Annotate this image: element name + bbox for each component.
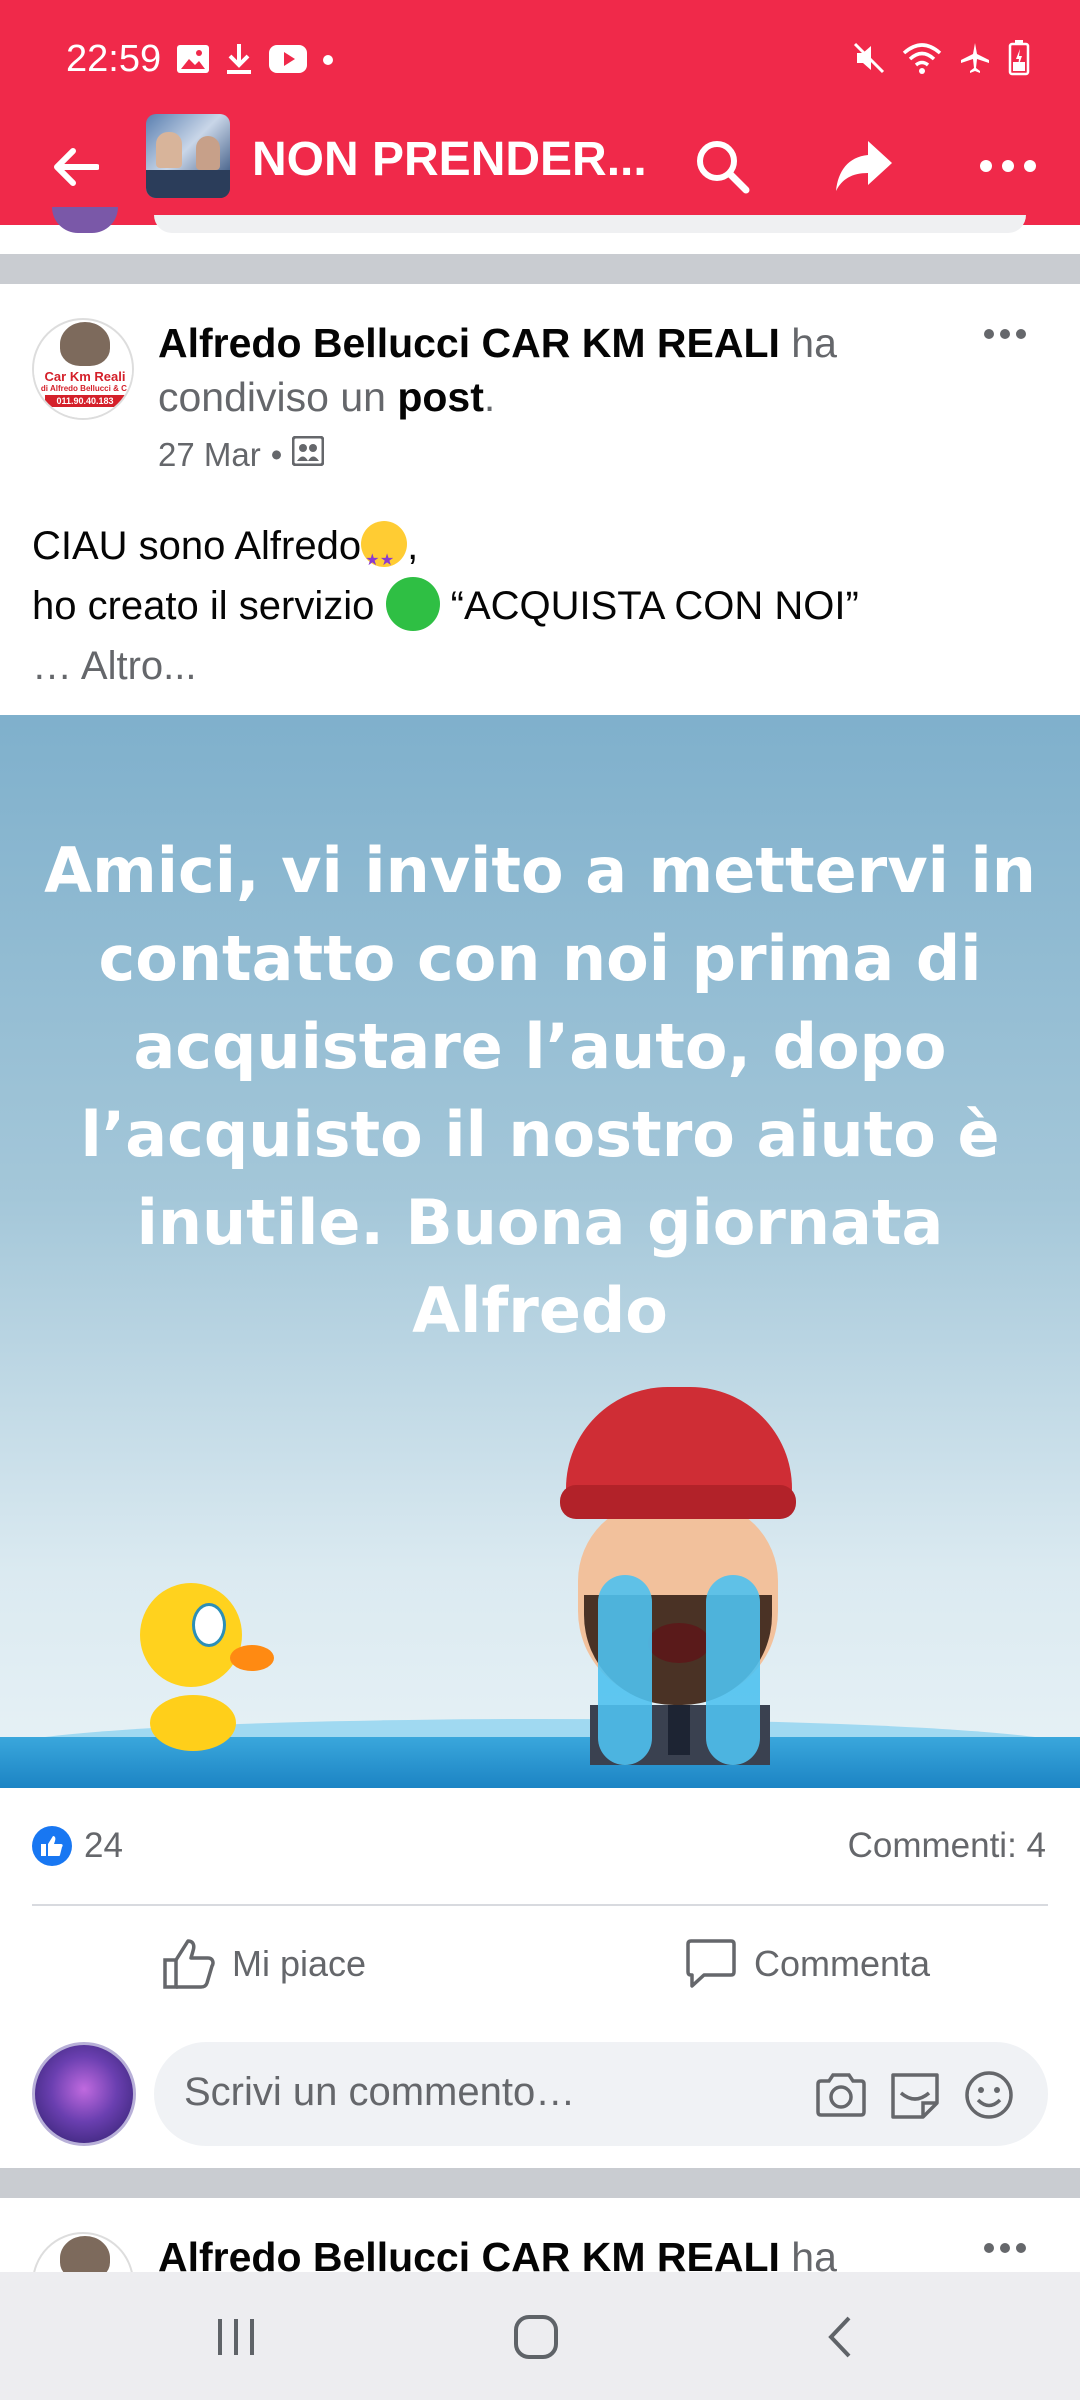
- post-more-button[interactable]: [970, 2228, 1040, 2268]
- airplane-icon: [958, 41, 992, 80]
- recent-apps-icon: [218, 2319, 254, 2355]
- comment-button[interactable]: Commenta: [684, 1934, 930, 1994]
- recent-apps-button[interactable]: [196, 2302, 276, 2372]
- comment-label: Commenta: [754, 1943, 931, 1984]
- system-navigation-bar: [0, 2272, 1080, 2400]
- camera-icon[interactable]: [814, 2068, 868, 2122]
- more-horizontal-icon: [984, 2243, 1026, 2253]
- group-members-icon: [291, 435, 325, 474]
- comment-input[interactable]: Scrivi un commento…: [154, 2042, 1048, 2146]
- download-icon: [224, 42, 254, 81]
- author-name[interactable]: Alfredo Bellucci CAR KM REALI: [158, 320, 780, 366]
- thumbs-up-icon: [163, 1939, 215, 1989]
- post-text-line1: CIAU sono Alfredo: [32, 524, 362, 568]
- post-more-button[interactable]: [970, 314, 1040, 354]
- wifi-icon: [902, 41, 942, 80]
- duck-beak: [230, 1645, 274, 1671]
- avatar: [52, 207, 118, 233]
- like-count[interactable]: 24: [84, 1826, 123, 1866]
- like-label: Mi piace: [232, 1943, 367, 1984]
- back-nav-button[interactable]: [800, 2302, 880, 2372]
- mute-icon: [852, 41, 886, 80]
- home-button[interactable]: [496, 2302, 576, 2372]
- post-author-line: Alfredo Bellucci CAR KM REALI ha: [158, 2230, 978, 2278]
- avatar-logo: Car Km Reali di Alfredo Bellucci & C. 01…: [34, 369, 132, 418]
- group-thumbnail[interactable]: [146, 114, 230, 198]
- comment-placeholder: Scrivi un commento…: [184, 2070, 576, 2114]
- top-bar: 22:59 NON PRENDER...: [0, 0, 1080, 225]
- comment-input-remnant: [154, 215, 1026, 233]
- duck-head: [140, 1583, 242, 1687]
- avatar-logo-line1: Car Km Reali: [44, 369, 126, 384]
- green-circle-emoji-icon: [385, 577, 440, 631]
- feed-divider: [0, 2168, 1080, 2198]
- actions-separator: [32, 1904, 1048, 1906]
- duck-eye: [192, 1603, 226, 1647]
- emoji-icon[interactable]: [962, 2068, 1016, 2122]
- dot-icon: [322, 53, 334, 71]
- avatar-tear-right: [706, 1575, 760, 1765]
- star-struck-emoji-icon: [361, 521, 408, 591]
- sticker-icon[interactable]: [888, 2068, 942, 2122]
- group-title[interactable]: NON PRENDER...: [252, 132, 647, 187]
- reactions-bar: 24 Commenti: 4: [0, 1812, 1080, 1882]
- action-end: .: [483, 374, 496, 420]
- avatar-mouth: [648, 1623, 710, 1663]
- notification-icons: [176, 42, 334, 81]
- avatar-logo-line3: 011.90.40.183: [56, 396, 114, 406]
- post-text-line1-end: ,: [407, 524, 419, 568]
- avatar-cap-brim: [560, 1485, 796, 1519]
- post-text-line2-end: “ACQUISTA CON NOI”: [450, 584, 859, 628]
- avatar-logo-line2: di Alfredo Bellucci & C.: [40, 384, 130, 393]
- post-actions: Mi piace Commenta: [0, 1920, 1080, 2010]
- post-image[interactable]: Amici, vi invito a mettervi in contatto …: [0, 715, 1080, 1788]
- see-more-link[interactable]: … Altro...: [32, 636, 1048, 696]
- back-button[interactable]: [40, 132, 110, 202]
- back-arrow-icon: [54, 148, 99, 186]
- water: [0, 1737, 1080, 1788]
- share-icon: [836, 141, 892, 191]
- status-time: 22:59: [66, 38, 162, 80]
- more-horizontal-icon: [984, 329, 1026, 339]
- post-meta: 27 Mar •: [158, 435, 325, 474]
- shared-post-link[interactable]: post: [397, 374, 484, 420]
- meta-separator: •: [270, 436, 283, 473]
- like-reaction-icon[interactable]: [32, 1826, 72, 1866]
- post-author-line: Alfredo Bellucci CAR KM REALI ha condivi…: [158, 316, 978, 424]
- avatar-tear-left: [598, 1575, 652, 1765]
- share-button[interactable]: [828, 130, 900, 202]
- more-horizontal-icon: [980, 160, 1036, 172]
- youtube-icon: [268, 44, 308, 79]
- battery-icon: [1008, 40, 1030, 81]
- gallery-icon: [176, 44, 210, 79]
- status-bar: 22:59: [0, 0, 1080, 120]
- search-button[interactable]: [686, 130, 758, 202]
- like-button[interactable]: Mi piace: [162, 1934, 366, 1994]
- next-post-header: Car Km Reali Alfredo Bellucci CAR KM REA…: [0, 2198, 1080, 2278]
- duck-body: [150, 1695, 236, 1751]
- app-bar: NON PRENDER...: [0, 112, 1080, 222]
- feed-divider: [0, 254, 1080, 284]
- chevron-left-icon: [828, 2316, 851, 2358]
- search-icon: [697, 141, 750, 194]
- author-avatar[interactable]: Car Km Reali di Alfredo Bellucci & C. 01…: [32, 318, 134, 420]
- system-icons: [852, 40, 1030, 81]
- post-text: CIAU sono Alfredo, ho creato il servizio…: [32, 516, 1048, 696]
- comment-bubble-icon: [686, 1939, 736, 1988]
- post-text-line2-start: ho creato il servizio: [32, 584, 375, 628]
- previous-post-remnant: [0, 207, 1080, 253]
- more-options-button[interactable]: [972, 130, 1044, 202]
- image-caption-text: Amici, vi invito a mettervi in contatto …: [44, 834, 1036, 1347]
- avatar-tie: [668, 1705, 690, 1755]
- current-user-avatar[interactable]: [32, 2042, 136, 2146]
- comment-composer: Scrivi un commento…: [0, 2040, 1080, 2150]
- comments-count[interactable]: Commenti: 4: [848, 1826, 1046, 1866]
- post-date[interactable]: 27 Mar: [158, 436, 261, 474]
- home-icon: [514, 2315, 558, 2359]
